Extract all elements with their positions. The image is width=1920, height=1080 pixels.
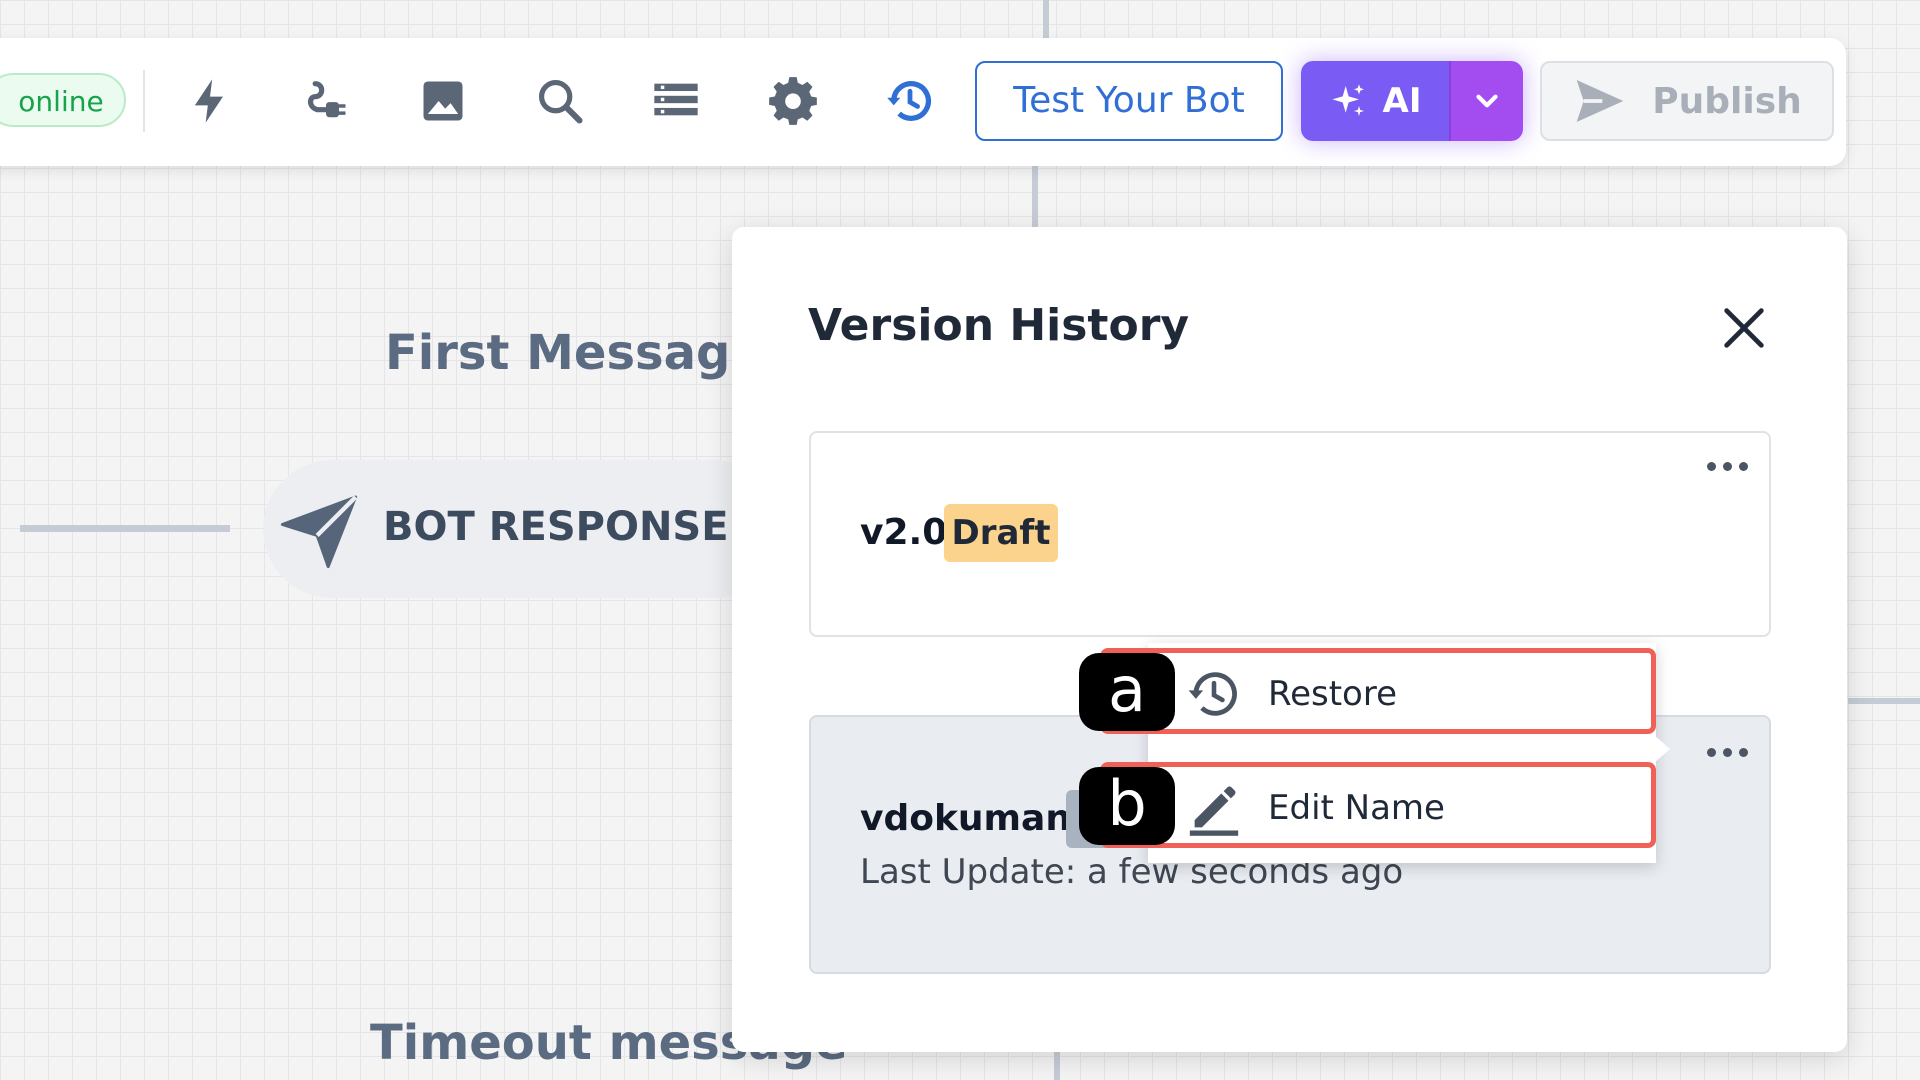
ai-split-button: AI	[1301, 61, 1523, 141]
test-your-bot-button[interactable]: Test Your Bot	[975, 61, 1283, 141]
pencil-icon	[1185, 779, 1243, 837]
connector-line	[1848, 698, 1920, 704]
send-icon	[1576, 80, 1624, 122]
publish-button[interactable]: Publish	[1540, 61, 1834, 141]
ai-button-label: AI	[1382, 81, 1422, 121]
menu-item-edit-name[interactable]: Edit Name	[1100, 762, 1656, 848]
connector-line	[1032, 166, 1038, 228]
restore-icon	[1185, 665, 1243, 723]
connector-line	[20, 525, 230, 532]
panel-title: Version History	[808, 300, 1190, 351]
history-icon[interactable]	[880, 71, 940, 131]
annotation-marker-a: a	[1079, 653, 1175, 731]
menu-item-restore[interactable]: Restore	[1100, 648, 1656, 734]
plug-icon[interactable]	[296, 71, 356, 131]
toolbar-divider	[143, 70, 145, 132]
close-icon[interactable]	[1718, 302, 1770, 354]
status-badge: online	[0, 73, 126, 127]
chevron-down-icon	[1476, 94, 1498, 108]
annotation-marker-b: b	[1079, 767, 1175, 845]
list-icon[interactable]	[646, 71, 706, 131]
menu-item-label: Edit Name	[1268, 788, 1445, 828]
connector-line	[1054, 1052, 1060, 1080]
bolt-icon[interactable]	[180, 71, 240, 131]
paper-plane-icon	[275, 486, 363, 574]
image-icon[interactable]	[413, 71, 473, 131]
version-name: v2.0	[860, 512, 948, 553]
search-icon[interactable]	[530, 71, 590, 131]
draft-badge: Draft	[944, 504, 1058, 562]
menu-item-label: Restore	[1268, 674, 1398, 714]
ai-button[interactable]: AI	[1301, 61, 1449, 141]
sparkle-icon	[1331, 84, 1364, 116]
gear-icon[interactable]	[763, 71, 823, 131]
ai-dropdown-button[interactable]	[1449, 61, 1523, 141]
publish-button-label: Publish	[1652, 80, 1802, 122]
version-name: vdokuman	[860, 798, 1071, 839]
menu-caret	[1654, 735, 1670, 763]
more-options-icon[interactable]	[1705, 744, 1751, 760]
more-options-icon[interactable]	[1705, 458, 1751, 474]
first-message-label: First Message	[385, 325, 763, 381]
bot-response-node[interactable]: BOT RESPONSE	[263, 460, 783, 598]
bot-response-label: BOT RESPONSE	[383, 504, 729, 550]
